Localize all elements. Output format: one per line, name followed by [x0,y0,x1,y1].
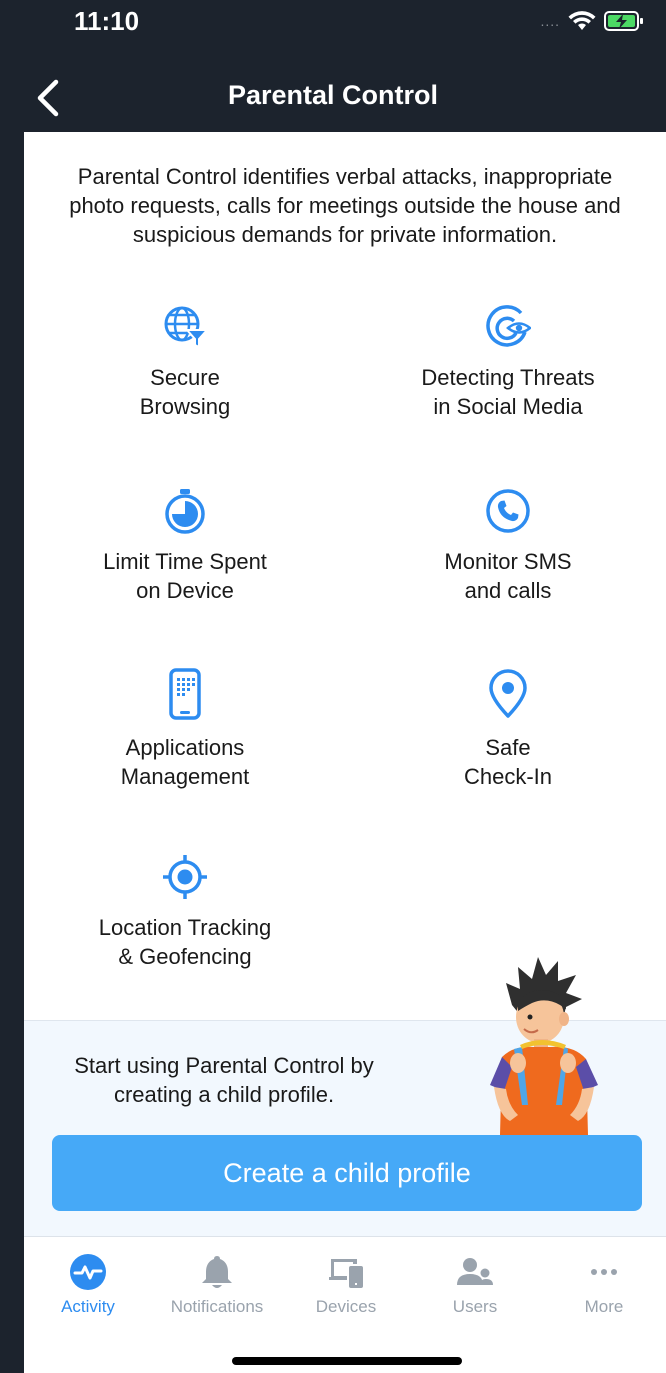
tab-more[interactable]: More [540,1237,666,1327]
signal-indicator: .... [540,13,560,29]
tab-activity[interactable]: Activity [24,1237,152,1327]
feature-label: Applications Management [120,735,250,789]
feature-label: Secure Browsing [139,365,231,419]
feature-detecting-threats: Detecting Threats in Social Media [358,304,658,421]
feature-location-tracking: Location Tracking & Geofencing [35,854,335,971]
intro-text: Parental Control identifies verbal attac… [69,164,621,247]
tab-label: Notifications [170,1297,264,1316]
timer-icon [165,489,205,534]
feature-applications-management: Applications Management [35,668,335,791]
promo-panel: Start using Parental Control by creating… [24,957,666,1236]
create-child-profile-button[interactable]: Create a child profile [52,1135,642,1211]
bell-icon [202,1256,232,1288]
tab-notifications[interactable]: Notifications [153,1237,281,1327]
side-strip [0,132,24,1236]
smartphone-apps-icon [169,668,201,720]
crosshair-icon [163,855,207,899]
globe-filter-icon [164,306,208,349]
status-bar: 11:10 .... [0,0,666,44]
feature-monitor-sms: Monitor SMS and calls [358,488,658,605]
activity-pulse-icon [70,1254,106,1290]
tab-label: Activity [61,1297,115,1316]
wifi-icon [568,11,596,30]
feature-label: Safe Check-In [463,735,553,789]
feature-label: Detecting Threats in Social Media [421,365,595,419]
home-indicator[interactable] [232,1357,462,1365]
feature-label: Limit Time Spent on Device [103,549,267,603]
users-icon [457,1258,493,1285]
map-pin-icon [489,669,527,718]
more-dots-icon [591,1269,617,1275]
phone-call-icon [486,489,530,533]
tab-bar: Activity Notifications Devices Users Mor… [24,1236,666,1373]
devices-icon [329,1259,363,1288]
status-time: 11:10 [74,6,140,36]
navigation-bar: Parental Control [0,44,666,132]
page-title: Parental Control [227,80,439,110]
feature-label: Location Tracking & Geofencing [98,915,272,969]
feature-secure-browsing: Secure Browsing [35,304,335,421]
tab-label: Users [452,1297,498,1316]
child-illustration [490,957,598,1135]
tab-devices[interactable]: Devices [282,1237,410,1327]
battery-charging-icon [604,11,643,31]
tab-label: Devices [315,1297,377,1316]
target-eye-icon [486,305,531,347]
feature-limit-time: Limit Time Spent on Device [35,488,335,605]
tab-users[interactable]: Users [411,1237,539,1327]
feature-label: Monitor SMS and calls [444,549,572,603]
promo-text: Start using Parental Control by creating… [74,1053,374,1107]
tab-label: More [584,1297,624,1316]
feature-safe-checkin: Safe Check-In [358,668,658,791]
feature-overview: Parental Control identifies verbal attac… [24,132,666,1020]
